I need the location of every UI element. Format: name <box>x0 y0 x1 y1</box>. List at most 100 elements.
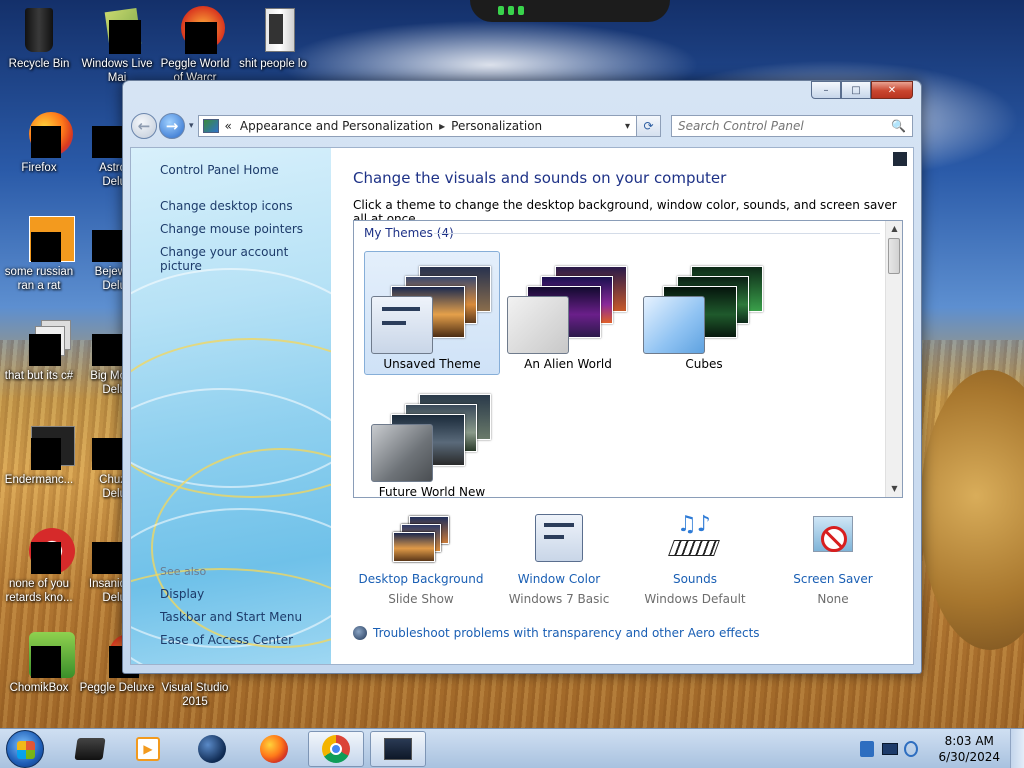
theme-preview <box>371 258 495 354</box>
window-color-tile <box>371 296 433 354</box>
taskbar-control-panel[interactable] <box>370 731 426 767</box>
network-icon[interactable] <box>882 743 898 755</box>
main-content-pane: Change the visuals and sounds on your co… <box>331 148 913 664</box>
troubleshoot-aero-link[interactable]: Troubleshoot problems with transparency … <box>353 626 760 640</box>
scroll-up-button[interactable]: ▲ <box>886 221 902 237</box>
screen-saver-icon <box>805 514 861 564</box>
themes-list: My Themes (4) Unsaved Theme An Alien Wor… <box>353 220 903 498</box>
top-gadget <box>470 0 670 22</box>
desktop-icon-peggle-world[interactable]: Peggle World of Warcr <box>156 6 234 85</box>
theme-settings-row: Desktop Background Slide Show Window Col… <box>351 514 903 607</box>
volume-icon[interactable] <box>904 741 918 757</box>
desktop-icon-firefox[interactable]: Firefox <box>0 110 78 175</box>
game-icon <box>78 526 126 574</box>
desktop-background-icon <box>393 514 449 564</box>
display-link[interactable]: Display <box>160 587 204 601</box>
refresh-button[interactable]: ⟳ <box>637 115 661 137</box>
troubleshoot-label[interactable]: Troubleshoot problems with transparency … <box>373 626 760 640</box>
window-color-tile <box>371 424 433 482</box>
desktop-icon-big-money[interactable]: Big Mo Delu <box>78 318 126 397</box>
forward-button[interactable]: → <box>159 113 185 139</box>
desktop-icon-insaniquarium[interactable]: Insaniq Delu <box>78 526 126 605</box>
see-also-heading: See also <box>160 565 207 578</box>
theme-label: Unsaved Theme <box>383 357 481 371</box>
desktop-icon-chuzzle[interactable]: Chuz Delu <box>78 422 126 501</box>
theme-an-alien-world[interactable]: An Alien World <box>500 251 636 375</box>
search-input[interactable] <box>678 119 892 133</box>
window-client-area: Control Panel Home Change desktop icons … <box>130 147 914 665</box>
action-center-icon[interactable] <box>860 741 874 757</box>
window-color-tile <box>507 296 569 354</box>
sounds-setting[interactable]: ♫♪ Sounds Windows Default <box>625 514 765 607</box>
control-panel-home-link[interactable]: Control Panel Home <box>160 163 279 177</box>
file-icon <box>15 214 75 262</box>
taskbar-media-player[interactable]: ▶ <box>120 731 176 767</box>
window-color-setting[interactable]: Window Color Windows 7 Basic <box>489 514 629 606</box>
clock[interactable]: 8:03 AM 6/30/2024 <box>938 733 1000 765</box>
taskbar-media-center[interactable] <box>62 731 118 767</box>
desktop-icon-that-but-its-csharp[interactable]: that but its c# <box>0 318 78 383</box>
breadcrumb-separator[interactable]: ▸ <box>439 119 445 133</box>
taskbar-globe[interactable] <box>184 731 240 767</box>
theme-label: Cubes <box>685 357 723 371</box>
taskbar-chrome[interactable] <box>308 731 364 767</box>
media-player-icon: ▶ <box>136 737 160 761</box>
themes-scrollbar[interactable]: ▲ ▼ <box>885 221 902 497</box>
sounds-link[interactable]: Sounds <box>625 572 765 586</box>
taskbar-firefox[interactable] <box>246 731 302 767</box>
desktop-background-setting[interactable]: Desktop Background Slide Show <box>351 514 491 606</box>
control-panel-icon <box>384 738 412 760</box>
clock-date: 6/30/2024 <box>938 750 1000 764</box>
chrome-icon <box>322 735 350 763</box>
screen-saver-link[interactable]: Screen Saver <box>763 572 903 586</box>
breadcrumb-personalization[interactable]: Personalization <box>451 119 542 133</box>
desktop-icon-endermanch[interactable]: Endermanc... <box>0 422 78 487</box>
page-title: Change the visuals and sounds on your co… <box>353 169 727 187</box>
theme-cubes[interactable]: Cubes <box>636 251 772 375</box>
window-color-link[interactable]: Window Color <box>489 572 629 586</box>
back-button[interactable]: ← <box>131 113 157 139</box>
system-tray: 8:03 AM 6/30/2024 <box>854 729 1024 768</box>
desktop-icon-chomikbox[interactable]: ChomikBox <box>0 630 78 695</box>
screen-saver-setting[interactable]: Screen Saver None <box>763 514 903 606</box>
change-mouse-pointers-link[interactable]: Change mouse pointers <box>160 222 303 236</box>
desktop-icon-none-of-you[interactable]: none of you retards kno... <box>0 526 78 605</box>
desktop-icon-astro[interactable]: Astro Delu <box>78 110 126 189</box>
desktop-icon-recycle-bin[interactable]: Recycle Bin <box>0 6 78 71</box>
scroll-down-button[interactable]: ▼ <box>886 481 902 497</box>
personalization-window: – □ ✕ ← → ▾ « Appearance and Personaliza… <box>122 80 922 674</box>
theme-unsaved-theme[interactable]: Unsaved Theme <box>364 251 500 375</box>
close-button[interactable]: ✕ <box>871 81 913 99</box>
desktop-background-link[interactable]: Desktop Background <box>351 572 491 586</box>
minimize-button[interactable]: – <box>811 81 841 99</box>
scroll-thumb[interactable] <box>888 238 900 274</box>
change-account-picture-link[interactable]: Change your account picture <box>160 245 331 273</box>
show-desktop-button[interactable] <box>1010 729 1024 768</box>
desktop-icon-windows-live-mail[interactable]: Windows Live Mai <box>78 6 156 85</box>
window-color-tile <box>643 296 705 354</box>
start-button[interactable] <box>6 730 44 768</box>
ease-of-access-center-link[interactable]: Ease of Access Center <box>160 633 293 647</box>
help-icon[interactable] <box>893 152 907 166</box>
game-icon <box>78 214 126 262</box>
left-navigation-pane: Control Panel Home Change desktop icons … <box>131 148 331 664</box>
recent-pages-dropdown[interactable]: ▾ <box>189 121 194 131</box>
maximize-button[interactable]: □ <box>841 81 871 99</box>
breadcrumb-appearance-and-personalization[interactable]: Appearance and Personalization <box>240 119 433 133</box>
desktop-background-value: Slide Show <box>388 592 454 606</box>
search-icon[interactable]: 🔍 <box>891 119 906 133</box>
recycle-bin-icon <box>15 6 63 54</box>
media-center-icon <box>74 738 106 760</box>
taskbar-and-start-menu-link[interactable]: Taskbar and Start Menu <box>160 610 302 624</box>
theme-future-world-new[interactable]: Future World New <box>364 379 500 497</box>
breadcrumb-prefix[interactable]: « <box>225 119 232 133</box>
desktop-icon-folder[interactable]: shit people lo <box>234 6 312 71</box>
folder-icon <box>249 6 297 54</box>
desktop-icon-russian-rat[interactable]: some russian ran a rat <box>0 214 78 293</box>
change-desktop-icons-link[interactable]: Change desktop icons <box>160 199 293 213</box>
address-dropdown[interactable]: ▾ <box>619 121 636 132</box>
troubleshoot-icon <box>353 626 367 640</box>
desktop-icon-bejeweled[interactable]: Bejew Delu <box>78 214 126 293</box>
address-bar[interactable]: « Appearance and Personalization ▸ Perso… <box>197 115 637 137</box>
search-box[interactable]: 🔍 <box>671 115 913 137</box>
